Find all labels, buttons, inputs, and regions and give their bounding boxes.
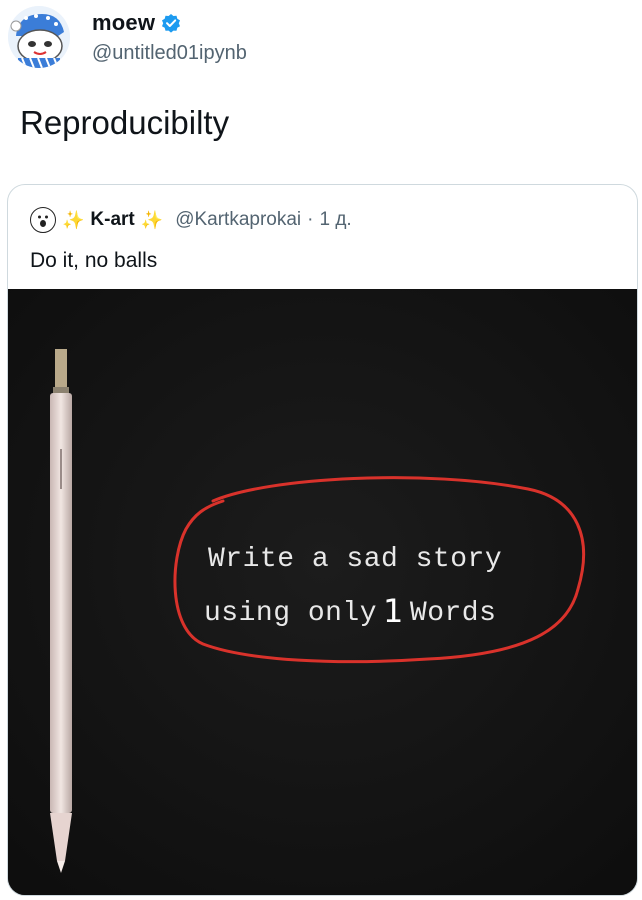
author-avatar[interactable] <box>8 6 70 68</box>
quoted-timestamp[interactable]: 1 д. <box>319 209 351 231</box>
author-name-row: moew <box>92 10 181 36</box>
quoted-tweet-header: ✨ K-art ✨ @Kartkaprokai · 1 д. <box>30 207 352 233</box>
tweet-header: moew @untitled01ipynb <box>0 0 642 80</box>
sparkle-icon: ✨ <box>62 209 85 230</box>
handwritten-number: 1 <box>383 592 404 630</box>
sparkle-icon: ✨ <box>140 209 164 230</box>
quoted-handle[interactable]: @Kartkaprokai <box>175 209 301 231</box>
quoted-tweet-text: Do it, no balls <box>30 249 158 272</box>
pencil-icon <box>50 349 72 873</box>
separator-dot: · <box>307 209 314 230</box>
quoted-author-avatar[interactable] <box>30 207 56 233</box>
quoted-media-image[interactable]: Write a sad story using only 1 Words <box>8 289 637 895</box>
quoted-display-name[interactable]: K-art <box>90 209 134 231</box>
author-handle[interactable]: @untitled01ipynb <box>92 42 247 65</box>
image-text-line-2-prefix: using only <box>204 598 378 629</box>
cartoon-character-avatar-icon <box>8 6 70 68</box>
verified-badge-icon <box>161 13 181 33</box>
author-display-name[interactable]: moew <box>92 10 155 36</box>
image-text-line-1: Write a sad story <box>208 544 503 575</box>
image-text-line-2: using only 1 Words <box>204 590 497 630</box>
quoted-tweet[interactable]: ✨ K-art ✨ @Kartkaprokai · 1 д. Do it, no… <box>7 184 638 896</box>
screaming-face-icon <box>33 210 53 230</box>
tweet-text: Reproducibilty <box>20 104 230 141</box>
image-text-line-2-suffix: Words <box>409 598 497 629</box>
